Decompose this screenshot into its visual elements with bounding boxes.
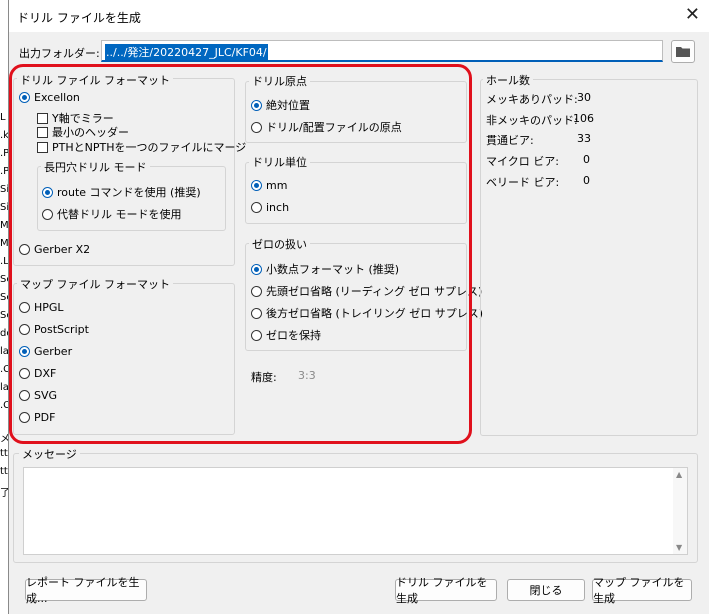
radio-selected-icon bbox=[251, 180, 262, 191]
radio-units-mm-label: mm bbox=[266, 179, 288, 192]
radio-icon bbox=[251, 121, 262, 133]
hole-counts-title: ホール数 bbox=[483, 72, 533, 88]
drill-units-title: ドリル単位 bbox=[249, 154, 310, 170]
messages-scrollbar[interactable]: ▲ ▼ bbox=[673, 468, 687, 554]
checkbox-merge-pth[interactable]: PTHとNPTHを一つのファイルにマージ bbox=[37, 139, 246, 155]
radio-alt-mode-label: 代替ドリル モードを使用 bbox=[57, 208, 182, 221]
hole-count-value: 0 bbox=[583, 153, 590, 166]
zeros-title: ゼロの扱い bbox=[249, 236, 310, 252]
folder-icon bbox=[676, 47, 690, 57]
checkbox-merge-pth-label: PTHとNPTHを一つのファイルにマージ bbox=[52, 141, 247, 154]
radio-excellon-label: Excellon bbox=[34, 91, 80, 104]
radio-map-svg-label: SVG bbox=[34, 389, 58, 402]
radio-zeros-keep[interactable]: ゼロを保持 bbox=[251, 327, 321, 343]
generate-drill-button[interactable]: ドリル ファイルを生成 bbox=[395, 576, 497, 605]
generate-map-button[interactable]: マップ ファイルを生成 bbox=[592, 576, 692, 605]
scroll-down-icon[interactable]: ▼ bbox=[676, 543, 682, 552]
drill-format-title: ドリル ファイル フォーマット bbox=[17, 72, 173, 88]
radio-origin-absolute[interactable]: 絶対位置 bbox=[251, 97, 310, 113]
radio-origin-absolute-label: 絶対位置 bbox=[266, 99, 310, 112]
radio-zeros-trailing[interactable]: 後方ゼロ省略 (トレイリング ゼロ サプレス) bbox=[251, 305, 483, 321]
radio-zeros-decimal-label: 小数点フォーマット (推奨) bbox=[266, 263, 400, 276]
hole-count-value: 30 bbox=[577, 91, 591, 104]
radio-icon bbox=[19, 390, 30, 401]
hole-count-label: ベリード ビア: bbox=[486, 176, 560, 189]
scroll-up-icon[interactable]: ▲ bbox=[676, 470, 682, 479]
radio-icon bbox=[19, 412, 30, 423]
precision-value: 3:3 bbox=[298, 369, 316, 382]
radio-icon bbox=[251, 202, 262, 213]
radio-selected-icon bbox=[42, 186, 53, 198]
radio-map-dxf-label: DXF bbox=[34, 367, 57, 380]
radio-icon bbox=[19, 244, 30, 255]
drill-origin-title: ドリル原点 bbox=[249, 73, 310, 89]
radio-excellon[interactable]: Excellon bbox=[19, 91, 80, 104]
radio-icon bbox=[19, 324, 30, 335]
radio-selected-icon bbox=[19, 92, 30, 103]
radio-origin-aux[interactable]: ドリル/配置ファイルの原点 bbox=[251, 119, 402, 135]
radio-gerber-x2-label: Gerber X2 bbox=[34, 243, 91, 256]
radio-icon bbox=[42, 208, 53, 220]
radio-map-hpgl[interactable]: HPGL bbox=[19, 301, 64, 314]
radio-map-hpgl-label: HPGL bbox=[34, 301, 64, 314]
close-icon[interactable]: ✕ bbox=[685, 4, 700, 25]
radio-selected-icon bbox=[19, 346, 30, 357]
checkbox-minimal-header[interactable]: 最小のヘッダー bbox=[37, 124, 129, 140]
drill-units-group bbox=[245, 162, 467, 224]
drill-dialog: ドリル ファイルを生成 ✕ 出力フォルダー: ../../発注/20220427… bbox=[8, 0, 709, 614]
hole-count-label: 非メッキのパッド: bbox=[486, 114, 578, 127]
messages-title: メッセージ bbox=[19, 446, 80, 462]
hole-count-value: 33 bbox=[577, 132, 591, 145]
map-format-title: マップ ファイル フォーマット bbox=[17, 276, 173, 292]
precision-label: 精度: bbox=[251, 371, 277, 384]
checkbox-icon bbox=[37, 126, 48, 138]
radio-map-gerber[interactable]: Gerber bbox=[19, 345, 72, 358]
title-bar: ドリル ファイルを生成 ✕ bbox=[9, 0, 709, 32]
radio-icon bbox=[19, 368, 30, 379]
hole-count-value: 106 bbox=[573, 112, 594, 125]
radio-icon bbox=[19, 302, 30, 313]
radio-map-pdf[interactable]: PDF bbox=[19, 411, 55, 424]
radio-origin-aux-label: ドリル/配置ファイルの原点 bbox=[266, 121, 402, 134]
radio-zeros-trailing-label: 後方ゼロ省略 (トレイリング ゼロ サプレス) bbox=[266, 307, 484, 320]
radio-map-dxf[interactable]: DXF bbox=[19, 367, 56, 380]
radio-icon bbox=[251, 285, 262, 297]
checkbox-icon bbox=[37, 141, 48, 153]
radio-icon bbox=[251, 307, 262, 319]
checkbox-minimal-header-label: 最小のヘッダー bbox=[52, 126, 129, 139]
radio-route-label: route コマンドを使用 (推奨) bbox=[57, 186, 201, 199]
radio-zeros-keep-label: ゼロを保持 bbox=[266, 329, 321, 342]
radio-zeros-decimal[interactable]: 小数点フォーマット (推奨) bbox=[251, 261, 399, 277]
radio-route[interactable]: route コマンドを使用 (推奨) bbox=[42, 184, 201, 200]
messages-textarea[interactable]: ▲ ▼ bbox=[23, 467, 688, 555]
hole-count-label: マイクロ ビア: bbox=[486, 155, 559, 168]
radio-map-svg[interactable]: SVG bbox=[19, 389, 57, 402]
radio-map-gerber-label: Gerber bbox=[34, 345, 73, 358]
radio-zeros-leading-label: 先頭ゼロ省略 (リーディング ゼロ サプレス) bbox=[266, 285, 483, 298]
hole-count-label: メッキありパッド: bbox=[486, 93, 578, 106]
radio-map-pdf-label: PDF bbox=[34, 411, 56, 424]
radio-map-postscript-label: PostScript bbox=[34, 323, 89, 336]
radio-units-inch-label: inch bbox=[266, 201, 290, 214]
radio-icon bbox=[251, 329, 262, 341]
radio-map-postscript[interactable]: PostScript bbox=[19, 323, 89, 336]
generate-report-button[interactable]: レポート ファイルを生成... bbox=[25, 576, 147, 605]
radio-alt-mode[interactable]: 代替ドリル モードを使用 bbox=[42, 206, 182, 222]
output-folder-input[interactable]: ../../発注/20220427_JLC/KF04/ bbox=[101, 40, 663, 62]
close-button[interactable]: 閉じる bbox=[507, 579, 585, 601]
oval-drill-title: 長円穴ドリル モード bbox=[41, 159, 150, 175]
hole-count-value: 0 bbox=[583, 174, 590, 187]
radio-selected-icon bbox=[251, 263, 262, 275]
radio-units-inch[interactable]: inch bbox=[251, 201, 289, 214]
output-folder-label: 出力フォルダー: bbox=[19, 47, 100, 60]
browse-folder-button[interactable] bbox=[671, 40, 695, 63]
dialog-title: ドリル ファイルを生成 bbox=[17, 11, 141, 25]
hole-count-label: 貫通ビア: bbox=[486, 134, 534, 147]
radio-gerber-x2[interactable]: Gerber X2 bbox=[19, 243, 90, 256]
radio-selected-icon bbox=[251, 99, 262, 111]
radio-units-mm[interactable]: mm bbox=[251, 179, 287, 192]
radio-zeros-leading[interactable]: 先頭ゼロ省略 (リーディング ゼロ サプレス) bbox=[251, 283, 482, 299]
checkbox-icon bbox=[37, 112, 48, 124]
output-folder-value: ../../発注/20220427_JLC/KF04/ bbox=[105, 44, 268, 60]
